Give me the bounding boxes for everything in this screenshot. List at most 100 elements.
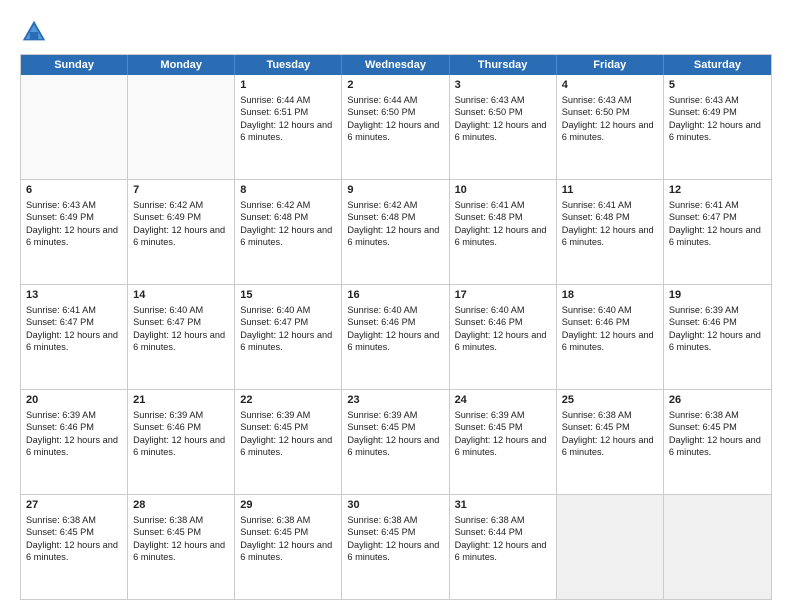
cell-line-1: Sunset: 6:48 PM: [347, 212, 415, 222]
cell-line-1: Sunset: 6:46 PM: [133, 422, 201, 432]
calendar-row-4: 27 Sunrise: 6:38 AM Sunset: 6:45 PM Dayli…: [21, 494, 771, 599]
cell-line-0: Sunrise: 6:42 AM: [133, 200, 203, 210]
cell-line-2: Daylight: 12 hours: [455, 540, 529, 550]
calendar-cell-r4-c1: 28Sunrise: 6:38 AM Sunset: 6:45 PM Dayli…: [128, 495, 235, 599]
day-number: 1: [240, 78, 336, 93]
calendar-cell-r1-c5: 11Sunrise: 6:41 AM Sunset: 6:48 PM Dayli…: [557, 180, 664, 284]
cell-line-0: Sunrise: 6:39 AM: [347, 410, 417, 420]
day-number: 4: [562, 78, 658, 93]
cell-line-2: Daylight: 12 hours: [562, 120, 636, 130]
cell-line-1: Sunset: 6:45 PM: [347, 422, 415, 432]
day-number: 18: [562, 288, 658, 303]
cell-line-2: Daylight: 12 hours: [455, 225, 529, 235]
cell-line-0: Sunrise: 6:44 AM: [347, 95, 417, 105]
cell-line-1: Sunset: 6:46 PM: [455, 317, 523, 327]
cell-line-2: Daylight: 12 hours: [669, 330, 743, 340]
cell-line-0: Sunrise: 6:40 AM: [562, 305, 632, 315]
cell-line-1: Sunset: 6:50 PM: [562, 107, 630, 117]
cell-line-1: Sunset: 6:45 PM: [26, 527, 94, 537]
day-number: 10: [455, 183, 551, 198]
day-number: 8: [240, 183, 336, 198]
calendar-cell-r0-c4: 3Sunrise: 6:43 AM Sunset: 6:50 PM Daylig…: [450, 75, 557, 179]
calendar-cell-r3-c3: 23Sunrise: 6:39 AM Sunset: 6:45 PM Dayli…: [342, 390, 449, 494]
cell-line-2: Daylight: 12 hours: [455, 330, 529, 340]
calendar-cell-r0-c3: 2Sunrise: 6:44 AM Sunset: 6:50 PM Daylig…: [342, 75, 449, 179]
cell-line-2: Daylight: 12 hours: [562, 435, 636, 445]
cell-line-0: Sunrise: 6:38 AM: [133, 515, 203, 525]
day-number: 7: [133, 183, 229, 198]
day-number: 16: [347, 288, 443, 303]
cell-line-1: Sunset: 6:46 PM: [26, 422, 94, 432]
cell-line-0: Sunrise: 6:38 AM: [26, 515, 96, 525]
cell-line-2: Daylight: 12 hours: [455, 435, 529, 445]
logo-icon: [20, 18, 48, 46]
cell-line-0: Sunrise: 6:41 AM: [455, 200, 525, 210]
cell-line-0: Sunrise: 6:42 AM: [240, 200, 310, 210]
cell-line-0: Sunrise: 6:43 AM: [669, 95, 739, 105]
cell-line-1: Sunset: 6:49 PM: [669, 107, 737, 117]
calendar-cell-r2-c1: 14Sunrise: 6:40 AM Sunset: 6:47 PM Dayli…: [128, 285, 235, 389]
cell-line-2: Daylight: 12 hours: [26, 330, 100, 340]
cell-line-0: Sunrise: 6:38 AM: [455, 515, 525, 525]
calendar-row-2: 13Sunrise: 6:41 AM Sunset: 6:47 PM Dayli…: [21, 284, 771, 389]
cell-line-0: Sunrise: 6:43 AM: [562, 95, 632, 105]
calendar-cell-r4-c0: 27Sunrise: 6:38 AM Sunset: 6:45 PM Dayli…: [21, 495, 128, 599]
cell-line-1: Sunset: 6:48 PM: [562, 212, 630, 222]
day-number: 6: [26, 183, 122, 198]
calendar-cell-r2-c6: 19Sunrise: 6:39 AM Sunset: 6:46 PM Dayli…: [664, 285, 771, 389]
day-number: 13: [26, 288, 122, 303]
day-number: 30: [347, 498, 443, 513]
cell-line-1: Sunset: 6:47 PM: [669, 212, 737, 222]
cell-line-2: Daylight: 12 hours: [240, 120, 314, 130]
cell-line-1: Sunset: 6:45 PM: [669, 422, 737, 432]
day-number: 27: [26, 498, 122, 513]
day-number: 25: [562, 393, 658, 408]
day-number: 9: [347, 183, 443, 198]
header-day-wednesday: Wednesday: [342, 55, 449, 75]
cell-line-0: Sunrise: 6:44 AM: [240, 95, 310, 105]
cell-line-0: Sunrise: 6:38 AM: [669, 410, 739, 420]
calendar-cell-r1-c1: 7Sunrise: 6:42 AM Sunset: 6:49 PM Daylig…: [128, 180, 235, 284]
day-number: 17: [455, 288, 551, 303]
calendar-row-3: 20Sunrise: 6:39 AM Sunset: 6:46 PM Dayli…: [21, 389, 771, 494]
cell-line-2: Daylight: 12 hours: [669, 435, 743, 445]
cell-line-2: Daylight: 12 hours: [133, 540, 207, 550]
calendar-header: SundayMondayTuesdayWednesdayThursdayFrid…: [21, 55, 771, 75]
cell-line-0: Sunrise: 6:39 AM: [240, 410, 310, 420]
cell-line-1: Sunset: 6:45 PM: [562, 422, 630, 432]
cell-line-2: Daylight: 12 hours: [347, 330, 421, 340]
calendar-cell-r4-c2: 29Sunrise: 6:38 AM Sunset: 6:45 PM Dayli…: [235, 495, 342, 599]
calendar-cell-r1-c0: 6Sunrise: 6:43 AM Sunset: 6:49 PM Daylig…: [21, 180, 128, 284]
day-number: 5: [669, 78, 766, 93]
cell-line-2: Daylight: 12 hours: [26, 435, 100, 445]
cell-line-0: Sunrise: 6:38 AM: [240, 515, 310, 525]
cell-line-1: Sunset: 6:50 PM: [455, 107, 523, 117]
cell-line-0: Sunrise: 6:41 AM: [26, 305, 96, 315]
header-day-monday: Monday: [128, 55, 235, 75]
calendar-cell-r4-c4: 31Sunrise: 6:38 AM Sunset: 6:44 PM Dayli…: [450, 495, 557, 599]
day-number: 29: [240, 498, 336, 513]
calendar-cell-r3-c6: 26Sunrise: 6:38 AM Sunset: 6:45 PM Dayli…: [664, 390, 771, 494]
cell-line-0: Sunrise: 6:39 AM: [26, 410, 96, 420]
calendar-cell-r0-c1: [128, 75, 235, 179]
cell-line-1: Sunset: 6:44 PM: [455, 527, 523, 537]
day-number: 12: [669, 183, 766, 198]
cell-line-2: Daylight: 12 hours: [240, 225, 314, 235]
calendar-cell-r2-c0: 13Sunrise: 6:41 AM Sunset: 6:47 PM Dayli…: [21, 285, 128, 389]
cell-line-1: Sunset: 6:50 PM: [347, 107, 415, 117]
cell-line-2: Daylight: 12 hours: [133, 330, 207, 340]
cell-line-2: Daylight: 12 hours: [133, 435, 207, 445]
calendar-cell-r0-c2: 1Sunrise: 6:44 AM Sunset: 6:51 PM Daylig…: [235, 75, 342, 179]
calendar-cell-r0-c0: [21, 75, 128, 179]
cell-line-1: Sunset: 6:45 PM: [240, 422, 308, 432]
calendar-cell-r4-c3: 30Sunrise: 6:38 AM Sunset: 6:45 PM Dayli…: [342, 495, 449, 599]
cell-line-2: Daylight: 12 hours: [669, 120, 743, 130]
cell-line-0: Sunrise: 6:38 AM: [347, 515, 417, 525]
header-day-sunday: Sunday: [21, 55, 128, 75]
calendar-cell-r1-c6: 12Sunrise: 6:41 AM Sunset: 6:47 PM Dayli…: [664, 180, 771, 284]
cell-line-0: Sunrise: 6:41 AM: [669, 200, 739, 210]
cell-line-0: Sunrise: 6:43 AM: [455, 95, 525, 105]
day-number: 22: [240, 393, 336, 408]
cell-line-0: Sunrise: 6:38 AM: [562, 410, 632, 420]
calendar-cell-r2-c2: 15Sunrise: 6:40 AM Sunset: 6:47 PM Dayli…: [235, 285, 342, 389]
